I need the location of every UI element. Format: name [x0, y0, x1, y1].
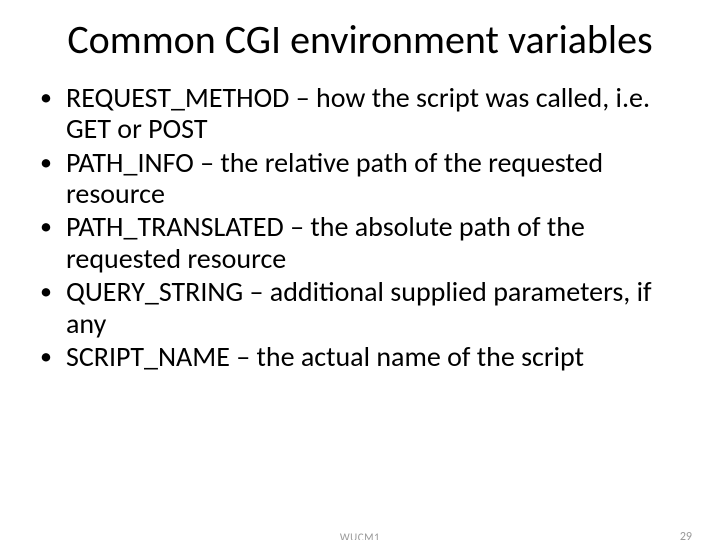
page-number: 29 [680, 530, 692, 540]
slide-body: REQUEST_METHOD – how the script was call… [30, 82, 690, 372]
list-item: QUERY_STRING – additional supplied param… [30, 276, 690, 339]
list-item: PATH_TRANSLATED – the absolute path of t… [30, 211, 690, 274]
bullet-list: REQUEST_METHOD – how the script was call… [30, 82, 690, 372]
list-item: REQUEST_METHOD – how the script was call… [30, 82, 690, 145]
slide: Common CGI environment variables REQUEST… [0, 18, 720, 540]
list-item: SCRIPT_NAME – the actual name of the scr… [30, 341, 690, 372]
footer-label: WUCM1 [0, 531, 720, 540]
list-item: PATH_INFO – the relative path of the req… [30, 147, 690, 210]
slide-title: Common CGI environment variables [40, 18, 680, 62]
